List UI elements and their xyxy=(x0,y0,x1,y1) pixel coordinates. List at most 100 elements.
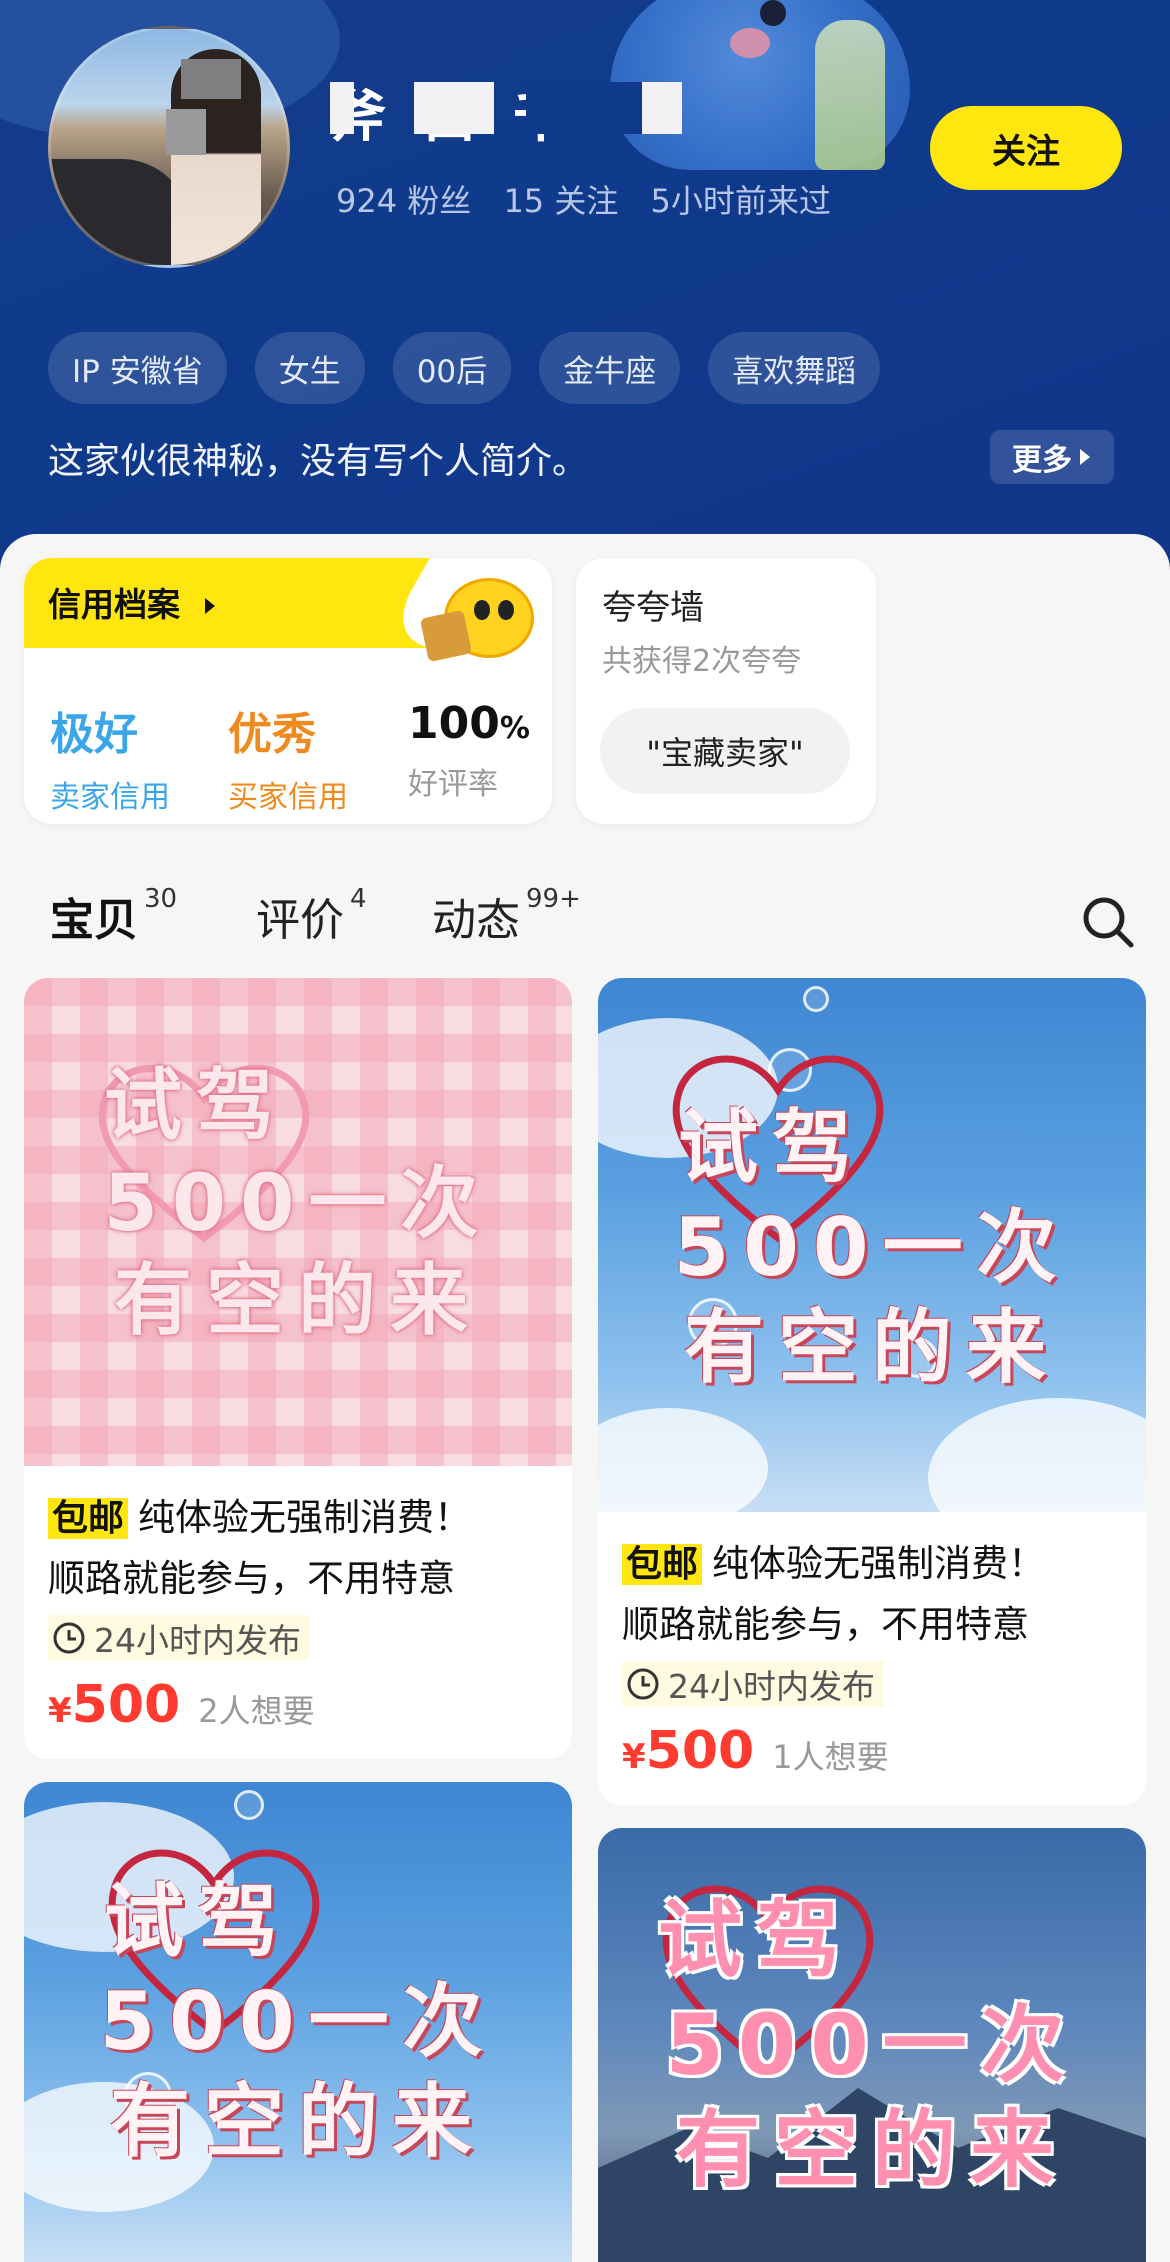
publish-time: 24小时内发布 xyxy=(48,1615,309,1661)
tag-ip: IP 安徽省 xyxy=(48,332,227,404)
seller-credit-value: 极好 xyxy=(50,709,138,760)
tag-hobby: 喜欢舞蹈 xyxy=(708,332,881,404)
free-shipping-badge: 包邮 xyxy=(622,1544,703,1585)
want-count: 1人想要 xyxy=(772,1738,889,1776)
tab-moments[interactable]: 动态 99+ xyxy=(432,884,581,948)
clock-icon xyxy=(53,1622,85,1654)
product-desc-line: 纯体验无强制消费！ xyxy=(712,1542,1046,1585)
cloud-shape xyxy=(928,1398,1146,1512)
buyer-credit-value: 优秀 xyxy=(228,709,316,760)
price: ¥500 xyxy=(48,1675,180,1735)
product-card[interactable]: 试驾 500一次 有空的来 包邮 纯体验无强制消费！ 顺路就能参与，不用特意 24… xyxy=(598,978,1146,1805)
nickname-mask xyxy=(526,82,646,134)
product-desc-line: 纯体验无强制消费！ xyxy=(138,1496,472,1539)
poster-line: 试驾 xyxy=(658,1891,855,1989)
praise-chip[interactable]: "宝藏卖家" xyxy=(600,708,850,794)
clock-icon xyxy=(627,1668,659,1700)
avatar-car-interior xyxy=(51,159,191,265)
chick-eye xyxy=(474,600,490,620)
last-seen: 5小时前来过 xyxy=(650,182,831,220)
nickname-mask xyxy=(642,82,682,134)
product-info: 包邮 纯体验无强制消费！ 顺路就能参与，不用特意 24小时内发布 ¥500 1人想… xyxy=(598,1512,1146,1805)
tab-count: 30 xyxy=(144,884,178,914)
publish-time-text: 24小时内发布 xyxy=(668,1667,875,1706)
poster-text: 试驾 500一次 有空的来 xyxy=(24,1058,572,1351)
poster-text: 试驾 500一次 有空的来 xyxy=(598,1888,1146,2203)
price: ¥500 xyxy=(622,1721,754,1781)
currency-symbol: ¥ xyxy=(48,1691,72,1731)
price-row: ¥500 1人想要 xyxy=(622,1721,1122,1781)
praise-wall-title: 夸夸墙 xyxy=(602,588,704,628)
free-shipping-badge: 包邮 xyxy=(48,1498,129,1539)
product-info: 包邮 纯体验无强制消费！ 顺路就能参与，不用特意 24小时内发布 ¥500 2人想… xyxy=(24,1466,572,1759)
seller-credit-label: 卖家信用 xyxy=(50,780,170,815)
bio-text: 这家伙很神秘，没有写个人简介。 xyxy=(48,441,589,482)
avatar[interactable] xyxy=(48,26,290,268)
product-desc-line: 顺路就能参与，不用特意 xyxy=(48,1557,455,1600)
following-count[interactable]: 15 关注 xyxy=(503,182,618,220)
credit-card[interactable]: 信用档案 极好 卖家信用 优秀 买家信用 100% 好评率 xyxy=(24,558,552,824)
chevron-right-icon xyxy=(1080,449,1090,465)
tab-label: 动态 xyxy=(432,895,520,946)
avatar-blur xyxy=(166,109,206,155)
nickname-mask xyxy=(414,82,494,134)
poster-line: 试驾 xyxy=(678,1101,866,1194)
poster-text: 试驾 500一次 有空的来 xyxy=(24,1872,572,2172)
product-image: 试驾 500一次 有空的来 xyxy=(598,1828,1146,2262)
chick-mascot-icon xyxy=(419,568,534,668)
buyer-credit-label: 买家信用 xyxy=(228,780,348,815)
nickname: 斧 白 千 xyxy=(330,72,770,150)
product-image: 试驾 500一次 有空的来 xyxy=(24,978,572,1466)
want-count: 2人想要 xyxy=(198,1692,315,1730)
profile-stats: 924 粉丝 15 关注 5小时前来过 xyxy=(336,176,853,222)
more-label: 更多 xyxy=(1012,443,1072,478)
good-rate-value: 100 xyxy=(408,698,500,749)
poster-line: 500一次 xyxy=(99,1975,497,2068)
follow-button[interactable]: 关注 xyxy=(930,106,1122,190)
cloud-shape xyxy=(598,1408,768,1512)
tab-items[interactable]: 宝贝 30 xyxy=(50,884,177,948)
good-rate-unit: % xyxy=(499,711,530,746)
price-value: 500 xyxy=(71,1675,181,1735)
tab-label: 宝贝 xyxy=(50,895,138,946)
bubble-shape xyxy=(803,986,829,1012)
product-image: 试驾 500一次 有空的来 xyxy=(598,978,1146,1512)
good-rate: 100% 好评率 xyxy=(408,698,530,803)
currency-symbol: ¥ xyxy=(622,1737,646,1777)
tab-reviews[interactable]: 评价 4 xyxy=(256,884,367,948)
credit-title-text: 信用档案 xyxy=(48,585,180,624)
product-card[interactable]: 试驾 500一次 有空的来 xyxy=(598,1828,1146,2262)
seller-credit: 极好 卖家信用 xyxy=(50,698,170,816)
chick-eye xyxy=(498,600,514,620)
product-desc-line: 顺路就能参与，不用特意 xyxy=(622,1603,1029,1646)
nickname-mask xyxy=(330,82,354,134)
publish-time: 24小时内发布 xyxy=(622,1661,883,1707)
poster-line: 500一次 xyxy=(103,1158,493,1249)
mascot-cheek xyxy=(730,28,770,58)
buyer-credit: 优秀 买家信用 xyxy=(228,698,348,816)
poster-line: 试驾 xyxy=(104,1875,292,1968)
tag-age: 00后 xyxy=(392,332,512,404)
product-card[interactable]: 试驾 500一次 有空的来 包邮 纯体验无强制消费！ 顺路就能参与，不用特意 24… xyxy=(24,978,572,1759)
bubble-shape xyxy=(234,1790,264,1820)
credit-title: 信用档案 xyxy=(48,578,218,626)
publish-time-text: 24小时内发布 xyxy=(94,1621,301,1660)
product-card[interactable]: 试驾 500一次 有空的来 xyxy=(24,1782,572,2262)
good-rate-label: 好评率 xyxy=(408,767,498,802)
mascot-eye xyxy=(760,0,786,26)
profile-header: 斧 白 千 924 粉丝 15 关注 5小时前来过 关注 IP 安徽省 女生 0… xyxy=(0,0,1170,600)
chick-clipboard xyxy=(419,609,473,663)
main-content: 信用档案 极好 卖家信用 优秀 买家信用 100% 好评率 夸夸墙 共获得2次夸… xyxy=(0,534,1170,2262)
product-image: 试驾 500一次 有空的来 xyxy=(24,1782,572,2262)
praise-wall-card[interactable]: 夸夸墙 共获得2次夸夸 "宝藏卖家" xyxy=(576,558,876,824)
search-icon[interactable] xyxy=(1080,894,1136,950)
more-button[interactable]: 更多 xyxy=(990,430,1114,484)
tab-count: 4 xyxy=(350,884,367,914)
poster-line: 500一次 xyxy=(673,1201,1071,1294)
price-row: ¥500 2人想要 xyxy=(48,1675,548,1735)
fans-count[interactable]: 924 粉丝 xyxy=(336,182,471,220)
poster-text: 试驾 500一次 有空的来 xyxy=(598,1098,1146,1398)
mascot-icecream xyxy=(815,20,885,170)
poster-line: 有空的来 xyxy=(684,1301,1060,1394)
tag-zodiac: 金牛座 xyxy=(539,332,681,404)
